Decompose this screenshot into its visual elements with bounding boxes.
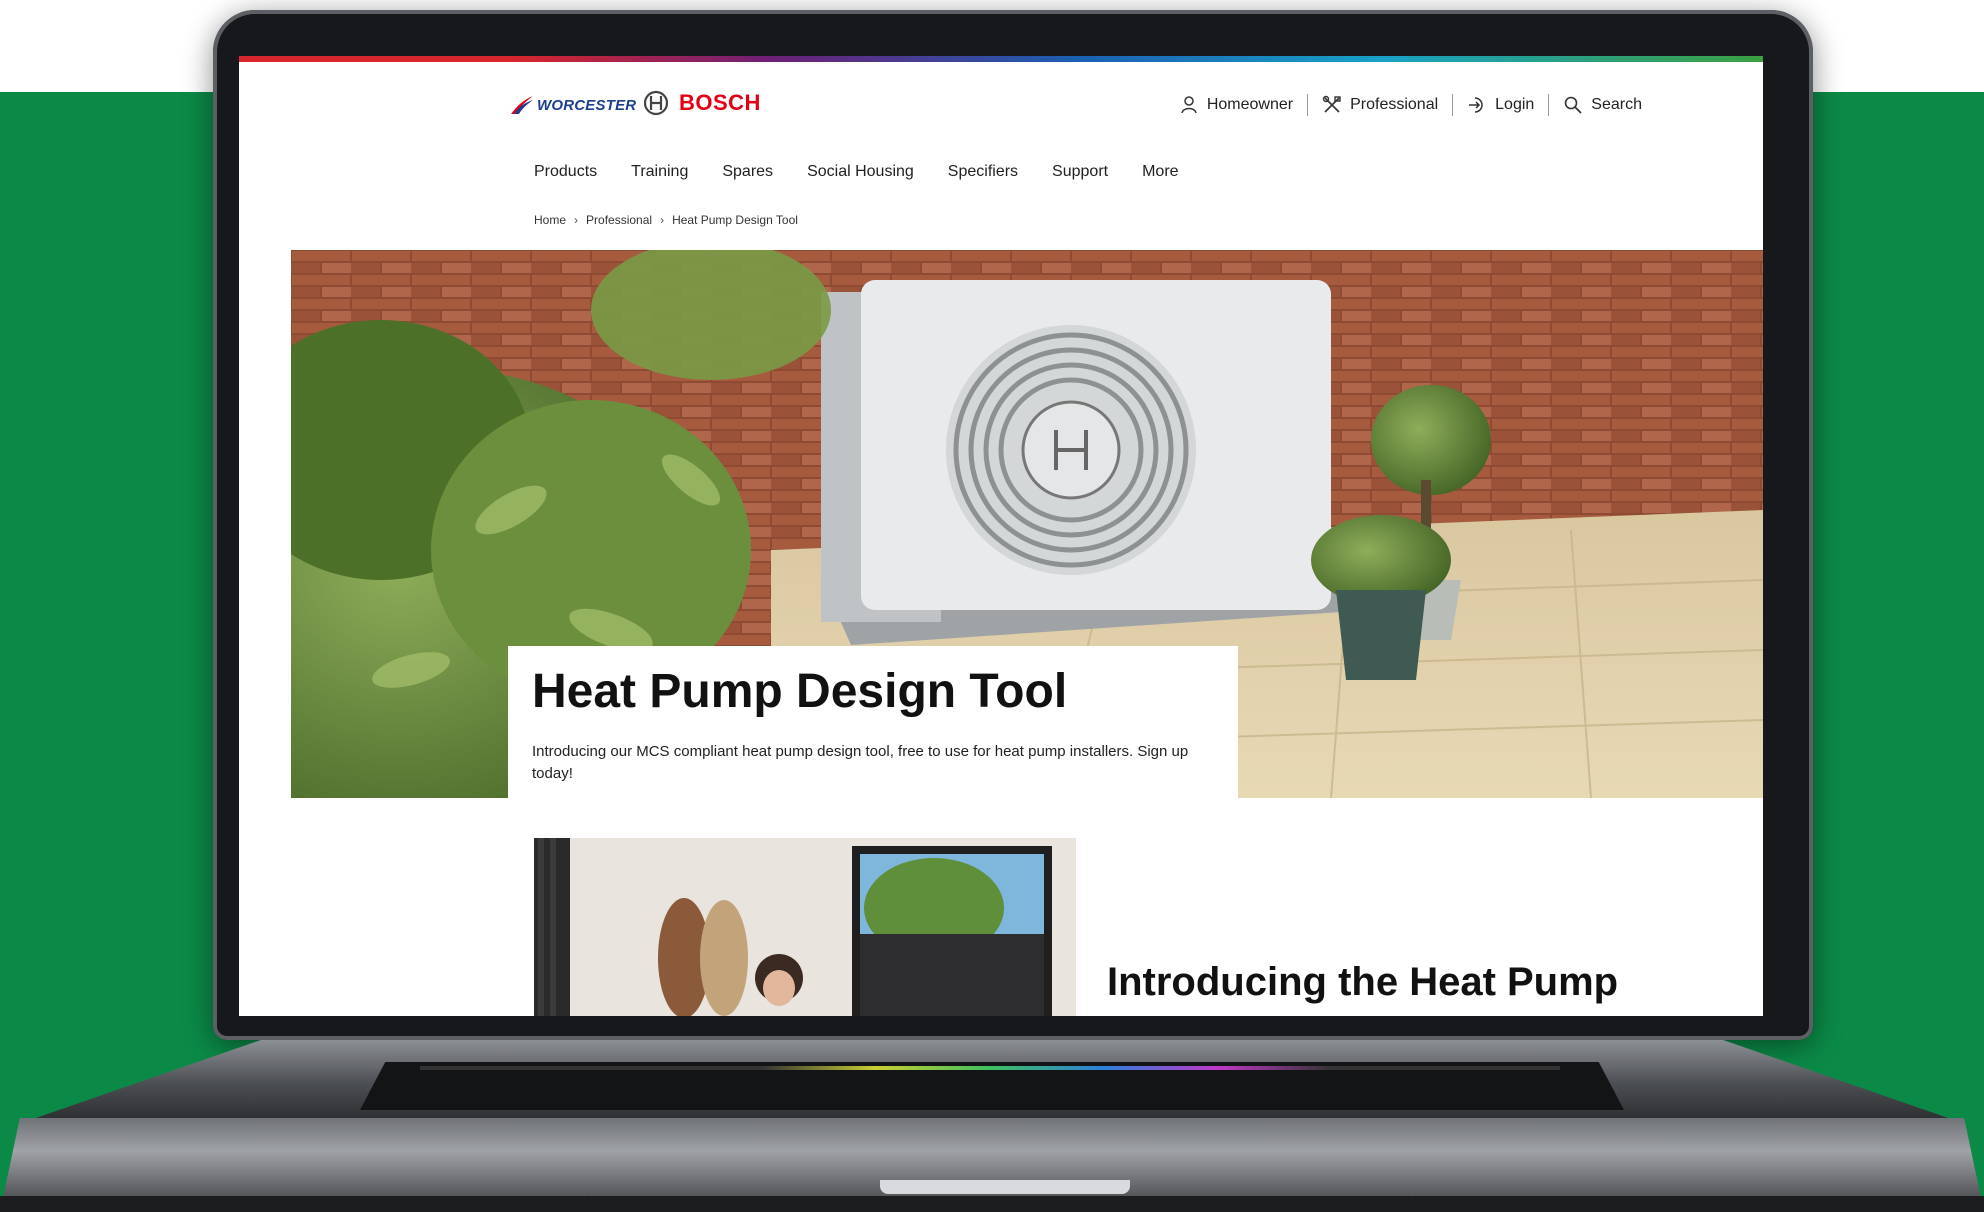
interior-photo [534, 838, 1076, 1016]
login-label: Login [1495, 96, 1535, 113]
laptop-lid-notch [880, 1180, 1130, 1194]
nav-item-social-housing[interactable]: Social Housing [807, 163, 914, 181]
login-link[interactable]: Login [1467, 95, 1534, 115]
main-nav: Products Training Spares Social Housing … [534, 163, 1179, 181]
utility-divider [1452, 94, 1454, 116]
breadcrumb-separator: › [660, 213, 665, 227]
homeowner-label: Homeowner [1206, 96, 1294, 113]
worcester-swoosh-icon [511, 96, 533, 114]
utility-divider [1307, 94, 1309, 116]
nav-item-specifiers[interactable]: Specifiers [948, 163, 1018, 181]
nav-item-products[interactable]: Products [534, 163, 597, 181]
breadcrumb: Home › Professional › Heat Pump Design T… [534, 213, 798, 227]
professional-label: Professional [1350, 96, 1439, 113]
person-icon [1181, 96, 1197, 114]
breadcrumb-professional[interactable]: Professional [586, 213, 652, 227]
search-label: Search [1591, 96, 1642, 113]
browser-screen: WORCESTER BOSCH Homeowner Professional L… [239, 56, 1763, 1016]
section-heading: Introducing the Heat Pump [1107, 960, 1619, 1004]
nav-item-support[interactable]: Support [1052, 163, 1108, 181]
professional-link[interactable]: Professional [1322, 95, 1438, 115]
breadcrumb-separator: › [574, 213, 579, 227]
search-icon [1564, 96, 1582, 114]
tools-icon [1322, 95, 1341, 113]
breadcrumb-current: Heat Pump Design Tool [672, 213, 798, 227]
page-title: Heat Pump Design Tool [532, 665, 1068, 718]
bosch-logo[interactable]: BOSCH [643, 90, 761, 116]
worcester-logo[interactable]: WORCESTER [509, 94, 636, 116]
login-icon [1469, 97, 1483, 113]
bosch-wordmark: BOSCH [679, 90, 761, 115]
homeowner-link[interactable]: Homeowner [1179, 95, 1293, 115]
laptop-touchbar [420, 1066, 1560, 1070]
laptop-base-edge [0, 1196, 1984, 1212]
hero-card: Heat Pump Design Tool Introducing our MC… [508, 646, 1238, 798]
nav-item-training[interactable]: Training [631, 163, 688, 181]
breadcrumb-home[interactable]: Home [534, 213, 566, 227]
utility-nav: Homeowner Professional Login Search [1179, 94, 1642, 116]
utility-divider [1548, 94, 1550, 116]
bosch-armature-icon [643, 90, 669, 116]
brand-supergraphic-bar [239, 56, 1763, 62]
interior-illustration [534, 838, 1076, 1016]
search-link[interactable]: Search [1563, 95, 1642, 115]
nav-item-more[interactable]: More [1142, 163, 1178, 181]
hero-description: Introducing our MCS compliant heat pump … [532, 743, 1189, 782]
worcester-wordmark: WORCESTER [537, 96, 637, 114]
nav-item-spares[interactable]: Spares [722, 163, 773, 181]
